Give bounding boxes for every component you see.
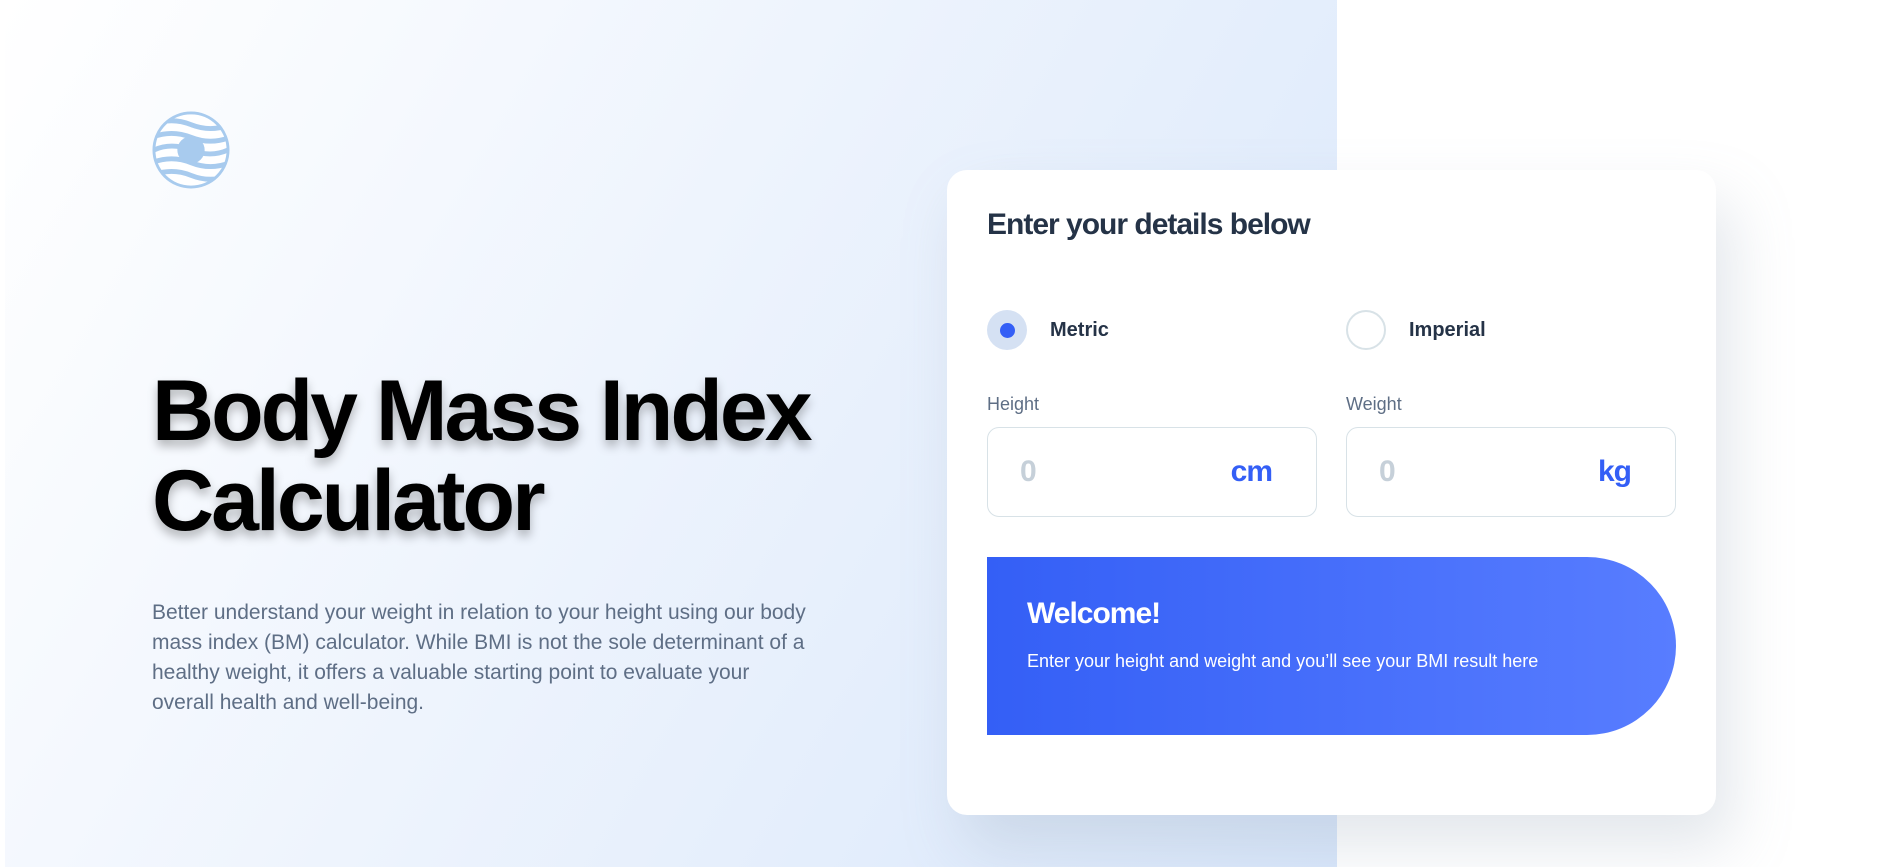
height-field[interactable]: cm bbox=[987, 427, 1317, 517]
radio-selected-icon[interactable] bbox=[987, 310, 1027, 350]
result-title: Welcome! bbox=[1027, 597, 1161, 630]
radio-dot-icon bbox=[999, 322, 1015, 338]
page-title: Body Mass Index Calculator bbox=[152, 366, 852, 546]
form-title: Enter your details below bbox=[987, 208, 1311, 241]
height-input[interactable] bbox=[1020, 455, 1231, 489]
weight-input[interactable] bbox=[1379, 455, 1598, 489]
result-panel: Welcome! Enter your height and weight an… bbox=[987, 557, 1676, 735]
page: Body Mass Index Calculator Better unders… bbox=[0, 0, 1882, 867]
unit-radio-imperial-label[interactable]: Imperial bbox=[1409, 319, 1486, 342]
bmi-calculator-card: Enter your details below Metric Imperial… bbox=[947, 170, 1716, 815]
hero-description: Better understand your weight in relatio… bbox=[152, 601, 806, 714]
unit-radio-metric[interactable]: Metric bbox=[987, 310, 1109, 350]
unit-radio-metric-label[interactable]: Metric bbox=[1050, 319, 1109, 342]
weight-label: Weight bbox=[1346, 394, 1402, 414]
result-text: Enter your height and weight and you’ll … bbox=[1027, 651, 1539, 671]
unit-radio-imperial[interactable]: Imperial bbox=[1346, 310, 1486, 350]
weight-field[interactable]: kg bbox=[1346, 427, 1676, 517]
page-title-line1: Body Mass Index bbox=[152, 363, 813, 459]
height-unit: cm bbox=[1230, 455, 1273, 488]
height-label: Height bbox=[987, 394, 1040, 414]
bmi-logo-icon bbox=[152, 111, 230, 189]
radio-unselected-icon[interactable] bbox=[1346, 310, 1386, 350]
page-title-line2: Calculator bbox=[152, 453, 546, 549]
weight-unit: kg bbox=[1597, 455, 1632, 488]
